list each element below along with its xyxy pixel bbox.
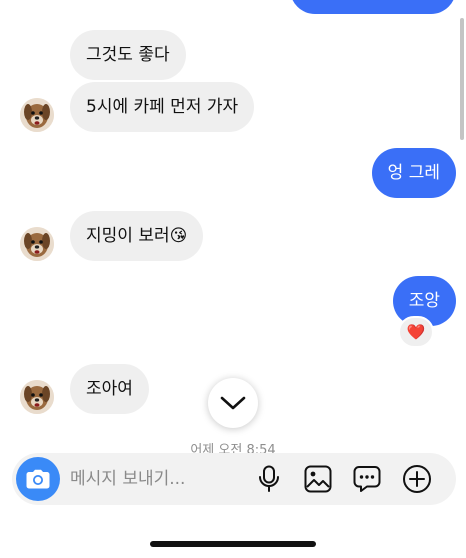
camera-button[interactable]: [16, 457, 60, 501]
sticker-chat-button[interactable]: [350, 462, 384, 496]
microphone-icon: [259, 465, 279, 492]
avatar[interactable]: [20, 98, 54, 132]
avatar[interactable]: [20, 227, 54, 261]
microphone-button[interactable]: [252, 462, 286, 496]
kiss-emoji: 😘: [169, 226, 188, 246]
dog-avatar-icon: [20, 98, 54, 132]
gallery-button[interactable]: [301, 462, 335, 496]
message-bubble-incoming[interactable]: 지밍이 보러😘: [70, 211, 204, 261]
message-bubble-incoming[interactable]: 그것도 좋다: [70, 30, 186, 80]
avatar[interactable]: [20, 380, 54, 414]
message-bubble-outgoing[interactable]: 엉 그레: [371, 148, 456, 198]
message-bubble-outgoing-partial[interactable]: [290, 0, 456, 14]
add-button[interactable]: [400, 462, 434, 496]
message-composer: [12, 453, 456, 505]
camera-icon: [26, 469, 50, 489]
add-icon: [403, 465, 431, 493]
sticker-chat-icon: [353, 466, 381, 492]
message-input[interactable]: [70, 453, 248, 505]
heart-reaction[interactable]: ❤️: [398, 316, 434, 348]
message-bubble-incoming[interactable]: 5시에 카페 먼저 가자: [70, 82, 255, 132]
home-indicator[interactable]: [150, 541, 316, 547]
message-bubble-incoming[interactable]: 조아여: [70, 364, 149, 414]
scrollbar[interactable]: [460, 18, 464, 140]
message-text: 지밍이 보러: [86, 226, 170, 246]
dog-avatar-icon: [20, 380, 54, 414]
chevron-down-icon: [220, 396, 246, 410]
dog-avatar-icon: [20, 227, 54, 261]
gallery-icon: [304, 465, 332, 493]
scroll-down-button[interactable]: [208, 378, 258, 428]
